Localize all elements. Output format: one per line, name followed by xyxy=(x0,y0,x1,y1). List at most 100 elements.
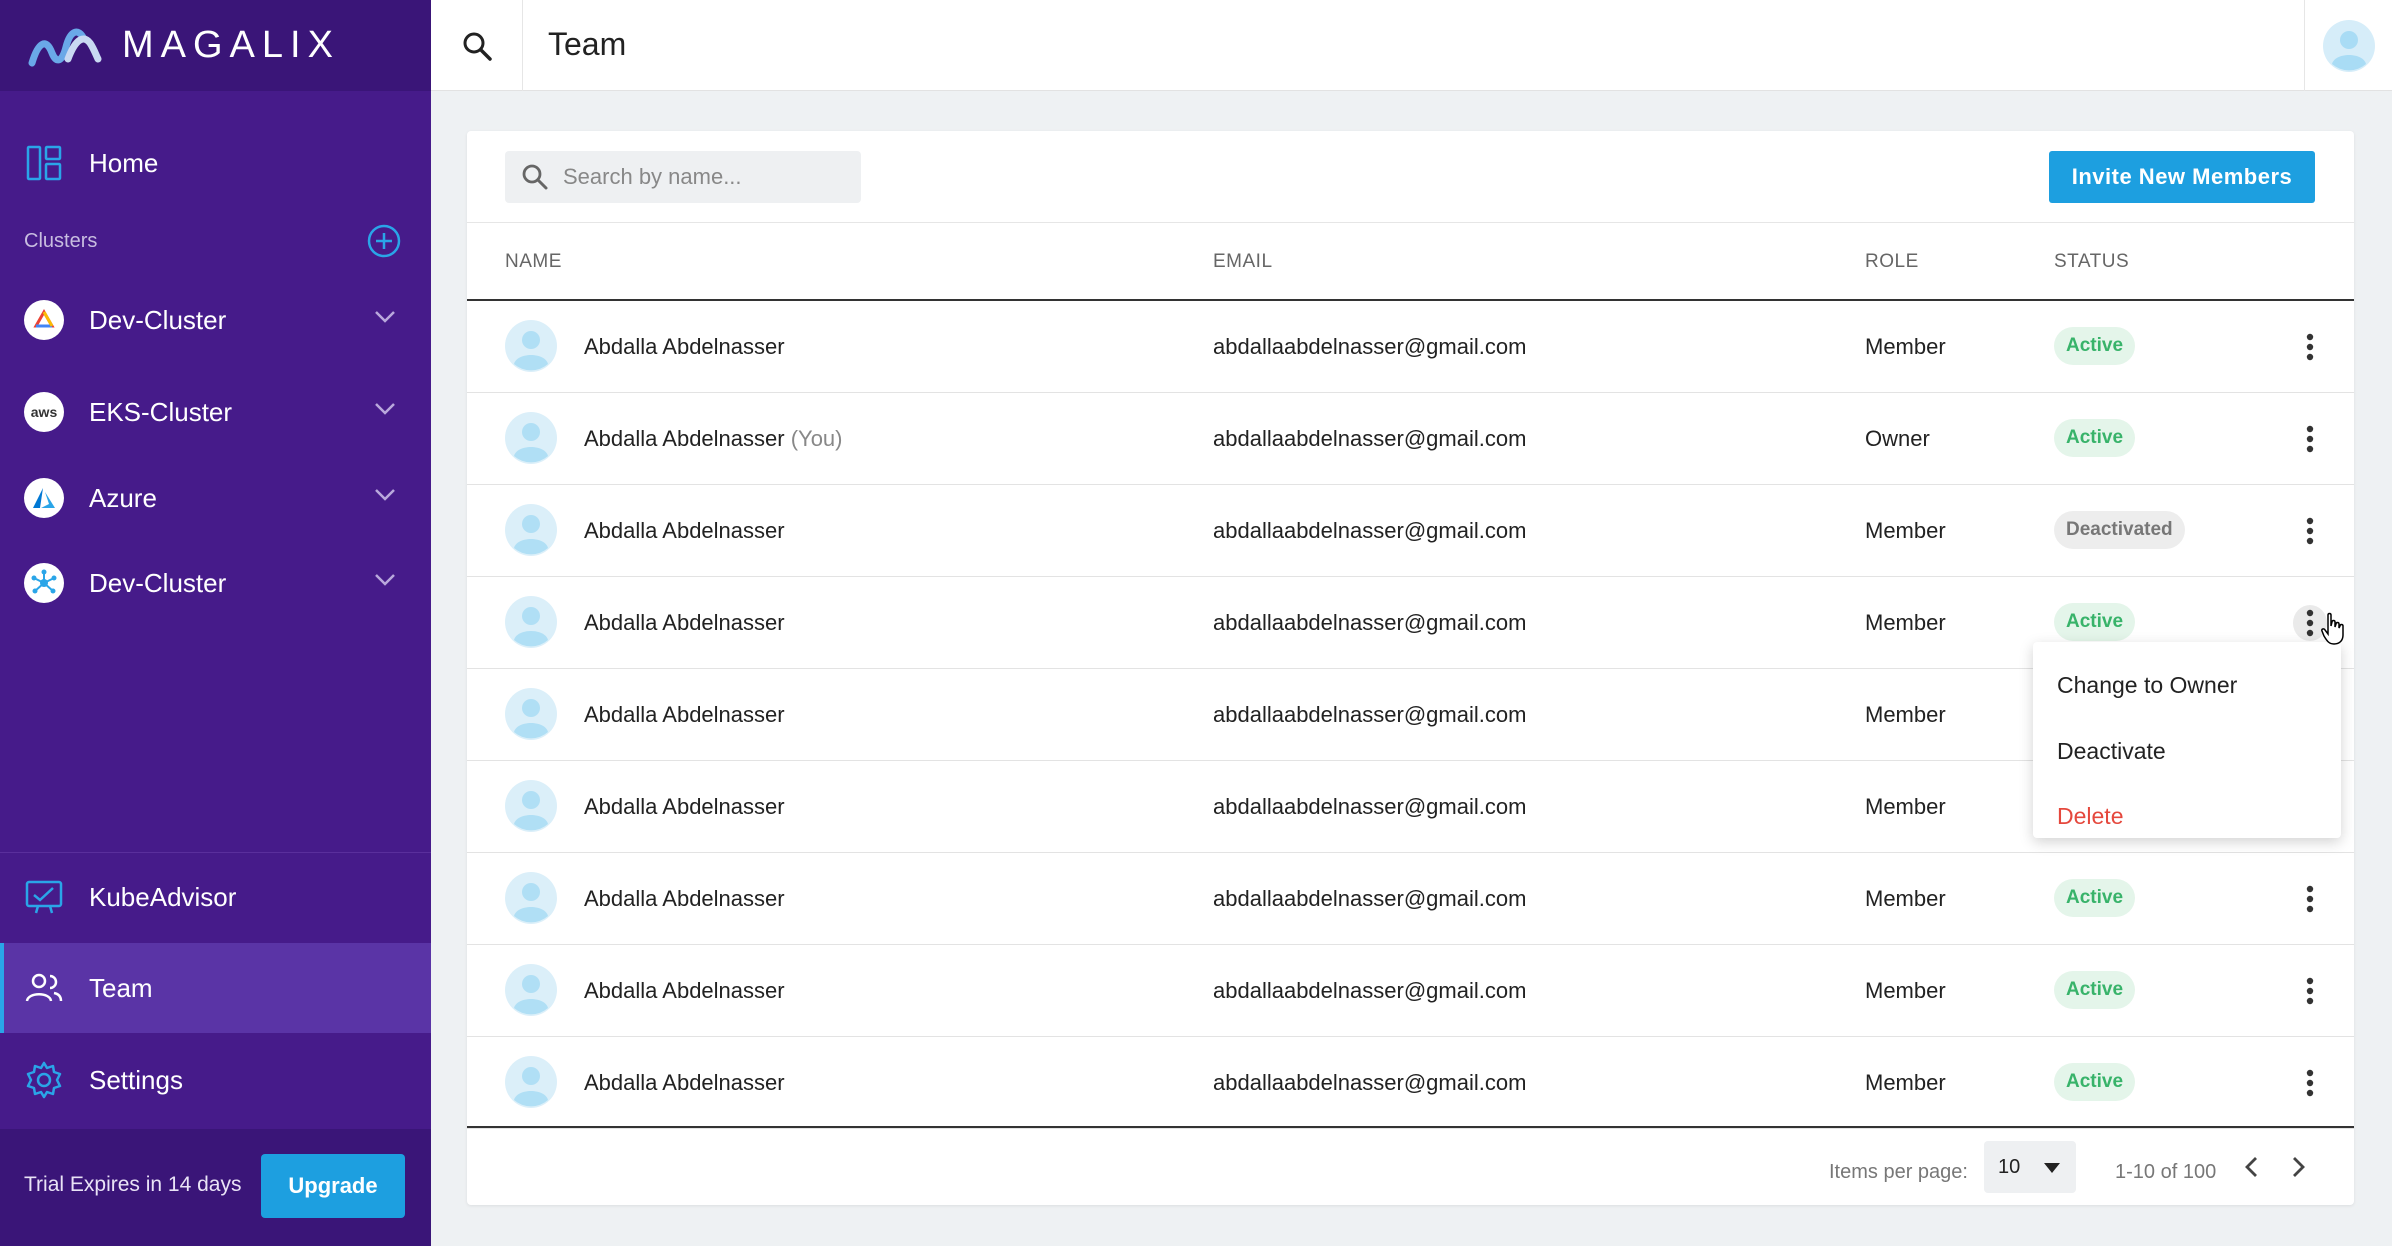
table-row: Abdalla Abdelnasser abdallaabdelnasser@gm… xyxy=(467,853,2354,945)
column-header-status[interactable]: STATUS xyxy=(2054,251,2129,273)
member-role: Member xyxy=(1865,1070,1946,1095)
sidebar-item-settings[interactable]: Settings xyxy=(0,1035,431,1125)
sidebar-item-kubeadvisor[interactable]: KubeAdvisor xyxy=(0,852,431,942)
sidebar-item-home[interactable]: Home xyxy=(0,118,431,208)
cluster-label: Dev-Cluster xyxy=(89,305,227,335)
avatar-icon xyxy=(505,504,557,556)
member-name: Abdalla Abdelnasser xyxy=(584,794,785,820)
toolbar-divider xyxy=(467,222,2354,223)
page-title: Team xyxy=(548,26,627,62)
gear-icon xyxy=(26,1061,62,1099)
items-per-page-select[interactable]: 10 xyxy=(1984,1141,2076,1193)
status-badge: Active xyxy=(2054,603,2136,641)
items-per-page-label: Items per page: xyxy=(1829,1161,1968,1183)
member-email: abdallaabdelnasser@gmail.com xyxy=(1213,334,1527,359)
sidebar-item-label: KubeAdvisor xyxy=(89,881,237,912)
cluster-label: Dev-Cluster xyxy=(89,568,227,598)
table-footer-divider xyxy=(467,1126,2354,1128)
more-vertical-icon xyxy=(2306,885,2314,913)
brand-name: MAGALIX xyxy=(122,24,340,66)
member-role: Member xyxy=(1865,978,1946,1003)
table-row: Abdalla Abdelnasser abdallaabdelnasser@gm… xyxy=(467,1037,2354,1129)
table-row: Abdalla Abdelnasser (You) abdallaabdelnas… xyxy=(467,393,2354,485)
member-name: Abdalla Abdelnasser xyxy=(584,978,785,1004)
row-actions-button[interactable] xyxy=(2293,329,2327,365)
kubeadvisor-icon xyxy=(25,880,63,914)
row-actions-button[interactable] xyxy=(2293,973,2327,1009)
table-row: Abdalla Abdelnasser abdallaabdelnasser@gm… xyxy=(467,301,2354,393)
sidebar-cluster-dev-cluster[interactable]: Dev-Cluster xyxy=(0,280,431,360)
member-name-text: Abdalla Abdelnasser xyxy=(584,1070,785,1095)
magalix-logo-icon xyxy=(28,28,102,66)
chevron-down-icon[interactable] xyxy=(374,310,396,324)
upgrade-button[interactable]: Upgrade xyxy=(261,1154,405,1218)
menu-item-deactivate[interactable]: Deactivate xyxy=(2057,738,2166,765)
avatar-icon xyxy=(505,1056,557,1108)
member-name: Abdalla Abdelnasser xyxy=(584,518,785,544)
chevron-left-icon[interactable] xyxy=(2238,1153,2266,1181)
chevron-down-icon[interactable] xyxy=(374,573,396,587)
avatar-icon xyxy=(505,688,557,740)
azure-icon xyxy=(24,478,64,518)
column-header-email[interactable]: EMAIL xyxy=(1213,251,1273,273)
chevron-down-icon[interactable] xyxy=(374,488,396,502)
member-email: abdallaabdelnasser@gmail.com xyxy=(1213,978,1527,1003)
gcp-icon xyxy=(24,300,64,340)
menu-item-delete[interactable]: Delete xyxy=(2057,803,2123,830)
status-badge: Deactivated xyxy=(2054,511,2185,549)
sidebar-cluster-eks-cluster[interactable]: aws EKS-Cluster xyxy=(0,372,431,452)
member-email: abdallaabdelnasser@gmail.com xyxy=(1213,518,1527,543)
logo[interactable]: MAGALIX xyxy=(0,0,431,91)
member-name-text: Abdalla Abdelnasser xyxy=(584,886,785,911)
member-email: abdallaabdelnasser@gmail.com xyxy=(1213,426,1527,451)
member-name-text: Abdalla Abdelnasser xyxy=(584,610,785,635)
invite-new-members-button[interactable]: Invite New Members xyxy=(2049,151,2315,203)
clusters-section-label: Clusters xyxy=(24,230,98,252)
column-header-name[interactable]: NAME xyxy=(505,251,562,273)
trial-expiry-text: Trial Expires in 14 days xyxy=(24,1173,242,1196)
avatar-icon xyxy=(505,412,557,464)
status-badge: Active xyxy=(2054,419,2136,457)
chevron-down-icon[interactable] xyxy=(374,402,396,416)
member-email: abdallaabdelnasser@gmail.com xyxy=(1213,610,1527,635)
member-role: Member xyxy=(1865,702,1946,727)
global-search-button[interactable] xyxy=(431,0,523,91)
row-actions-button[interactable] xyxy=(2293,1065,2327,1101)
page-range: 1-10 of 100 xyxy=(2115,1161,2217,1183)
search-input[interactable] xyxy=(563,164,843,190)
column-header-role[interactable]: ROLE xyxy=(1865,251,1919,273)
status-badge: Active xyxy=(2054,879,2136,917)
sidebar-item-label: Settings xyxy=(89,1064,183,1095)
member-email: abdallaabdelnasser@gmail.com xyxy=(1213,886,1527,911)
member-name: Abdalla Abdelnasser xyxy=(584,702,785,728)
member-name-text: Abdalla Abdelnasser xyxy=(584,518,785,543)
more-vertical-icon xyxy=(2306,977,2314,1005)
sidebar-item-label: Team xyxy=(89,972,153,1003)
avatar-icon xyxy=(505,872,557,924)
member-email: abdallaabdelnasser@gmail.com xyxy=(1213,702,1527,727)
row-actions-menu: Change to Owner Deactivate Delete xyxy=(2033,642,2341,838)
more-vertical-icon xyxy=(2306,1069,2314,1097)
search-icon xyxy=(522,164,548,190)
row-actions-button[interactable] xyxy=(2293,421,2327,457)
sidebar-cluster-azure[interactable]: Azure xyxy=(0,458,431,538)
sidebar-cluster-dev-cluster-2[interactable]: Dev-Cluster xyxy=(0,543,431,623)
add-cluster-icon[interactable] xyxy=(366,223,402,259)
avatar-icon xyxy=(505,964,557,1016)
kubernetes-icon xyxy=(24,563,64,603)
row-actions-button[interactable] xyxy=(2293,881,2327,917)
table-row: Abdalla Abdelnasser abdallaabdelnasser@gm… xyxy=(467,945,2354,1037)
member-name: Abdalla Abdelnasser xyxy=(584,334,785,360)
user-avatar-button[interactable] xyxy=(2304,0,2392,91)
member-role: Member xyxy=(1865,886,1946,911)
member-name: Abdalla Abdelnasser (You) xyxy=(584,426,843,452)
member-name: Abdalla Abdelnasser xyxy=(584,1070,785,1096)
status-badge: Active xyxy=(2054,971,2136,1009)
member-search[interactable] xyxy=(505,151,861,203)
member-role: Member xyxy=(1865,334,1946,359)
chevron-right-icon[interactable] xyxy=(2284,1153,2312,1181)
row-actions-button[interactable] xyxy=(2293,513,2327,549)
menu-item-change-to-owner[interactable]: Change to Owner xyxy=(2057,672,2237,699)
sidebar-item-team[interactable]: Team xyxy=(0,943,431,1033)
cluster-label: Azure xyxy=(89,483,157,513)
